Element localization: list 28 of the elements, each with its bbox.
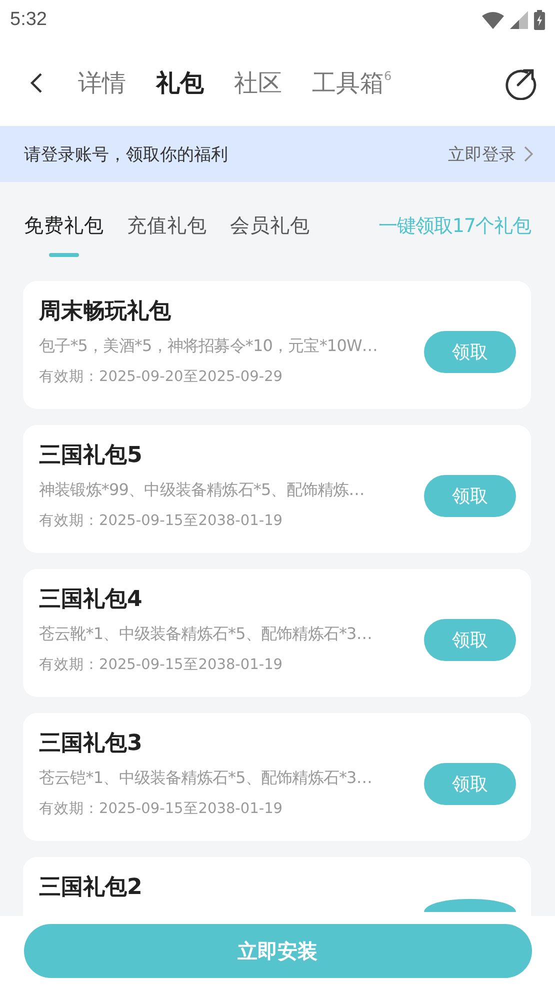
tab-indicator [49, 253, 79, 257]
battery-icon [534, 10, 545, 30]
gift-contents: 苍云靴*1、中级装备精炼石*5、配饰精炼石*3… [39, 623, 373, 645]
tab-count: 6 [384, 69, 392, 83]
validity-period: 有效期：2025-09-20至2025-09-29 [39, 368, 284, 387]
gift-title: 周末畅玩礼包 [39, 298, 172, 326]
gift-title: 三国礼包4 [39, 586, 144, 614]
chevron-icon [524, 146, 533, 162]
gift-contents: 神装锻炼*99、中级装备精炼石*5、配饰精炼… [39, 479, 366, 501]
gift-title: 三国礼包2 [39, 874, 144, 902]
wifi-icon [482, 11, 504, 29]
login-prompt: 请登录账号，领取你的福利 [24, 144, 228, 166]
gift-tab[interactable]: 充值礼包 [127, 212, 207, 247]
gift-contents: 苍云铠*1、中级装备精炼石*5、配饰精炼石*3… [39, 767, 373, 789]
gift-title: 三国礼包3 [39, 730, 144, 758]
signal-icon [510, 11, 528, 29]
nav-tab[interactable]: 详情 [78, 67, 126, 99]
validity-period: 有效期：2025-09-15至2038-01-19 [39, 656, 284, 675]
nav-tab[interactable]: 礼包 [156, 67, 204, 99]
validity-period: 有效期：2025-09-15至2038-01-19 [39, 512, 284, 531]
login-link[interactable]: 立即登录 [448, 142, 533, 166]
gift-title: 三国礼包5 [39, 442, 144, 470]
status-time: 5:32 [10, 9, 47, 31]
gift-tab[interactable]: 免费礼包 [24, 212, 104, 247]
nav-tab[interactable]: 社区 [234, 67, 282, 99]
validity-period: 有效期：2025-09-15至2038-01-19 [39, 800, 284, 819]
gift-contents: 包子*5，美酒*5，神将招募令*10，元宝*10W… [39, 335, 378, 357]
gift-tab[interactable]: 会员礼包 [230, 212, 310, 247]
